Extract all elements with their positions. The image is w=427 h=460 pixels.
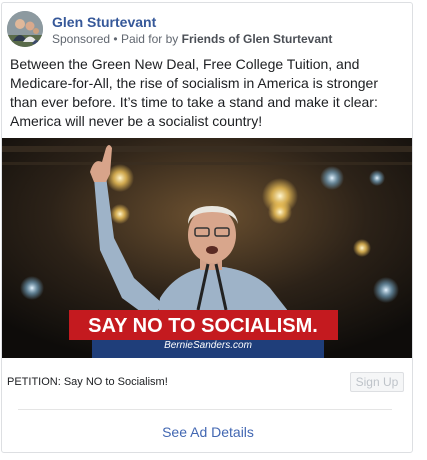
page-name-link[interactable]: Glen Sturtevant bbox=[52, 14, 156, 30]
sign-up-button[interactable]: Sign Up bbox=[350, 372, 404, 392]
banner-text: SAY NO TO SOCIALISM. bbox=[88, 315, 318, 337]
paid-for-name: Friends of Glen Sturtevant bbox=[181, 32, 333, 46]
rally-photo: BernieSanders.com SAY NO TO SOCIALISM. bbox=[2, 138, 412, 358]
sponsored-post-card: Glen Sturtevant Sponsored • Paid for by … bbox=[1, 2, 413, 453]
call-to-action-bar: PETITION: Say NO to Socialism! Sign Up bbox=[2, 358, 412, 398]
ad-body-text: Between the Green New Deal, Free College… bbox=[10, 56, 379, 129]
paid-for-prefix: Paid for by bbox=[120, 32, 179, 46]
avatar-photo bbox=[7, 11, 43, 47]
cta-headline[interactable]: PETITION: Say NO to Socialism! bbox=[7, 376, 168, 388]
podium-sign-text: BernieSanders.com bbox=[164, 340, 252, 351]
avatar[interactable] bbox=[7, 11, 43, 47]
ad-image[interactable]: BernieSanders.com SAY NO TO SOCIALISM. bbox=[2, 138, 412, 358]
see-ad-details-link[interactable]: See Ad Details bbox=[2, 424, 412, 440]
sponsored-label[interactable]: Sponsored bbox=[52, 32, 110, 46]
divider bbox=[18, 409, 392, 410]
sponsored-line: Sponsored • Paid for by Friends of Glen … bbox=[52, 32, 332, 46]
separator-dot: • bbox=[113, 32, 118, 46]
